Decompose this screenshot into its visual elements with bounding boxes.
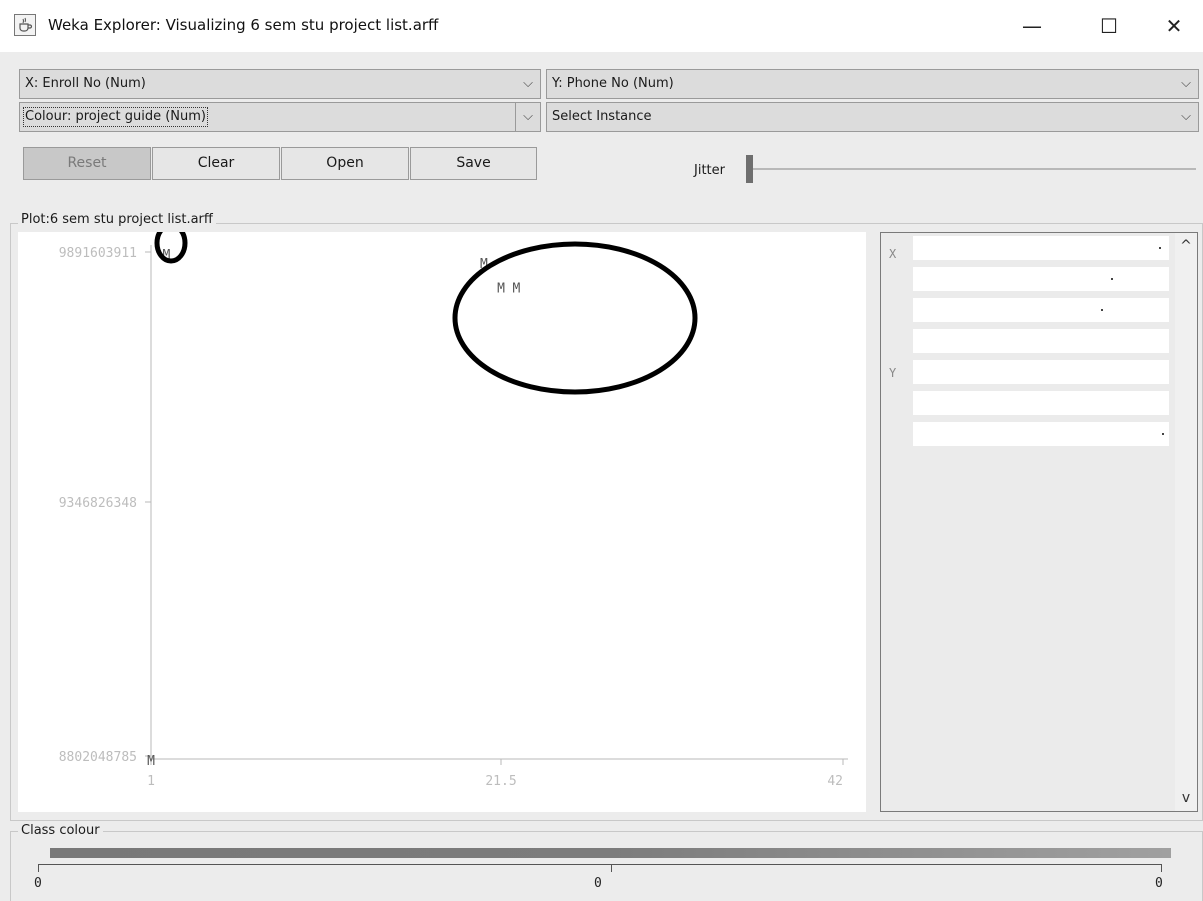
attribute-point (1159, 247, 1161, 249)
class-colour-label: Class colour (18, 823, 103, 838)
scroll-down-icon[interactable]: v (1175, 787, 1197, 809)
class-colour-tick (1161, 864, 1162, 872)
class-colour-tick (38, 864, 39, 872)
jitter-slider-track[interactable] (746, 168, 1196, 170)
chevron-down-icon: ⌵ (1181, 109, 1191, 124)
class-colour-group (10, 831, 1203, 901)
x-tick-label: 21.5 (485, 774, 516, 789)
data-point: M (147, 754, 155, 769)
save-button[interactable]: Save (410, 147, 537, 180)
window-title: Weka Explorer: Visualizing 6 sem stu pro… (48, 16, 439, 34)
open-button[interactable]: Open (281, 147, 409, 180)
title-bar: Weka Explorer: Visualizing 6 sem stu pro… (0, 0, 1203, 52)
attribute-scrollbar[interactable]: ^ v (1175, 233, 1197, 811)
attribute-bar[interactable] (913, 360, 1169, 384)
attribute-bar[interactable] (913, 236, 1169, 260)
attribute-bar[interactable] (913, 267, 1169, 291)
class-colour-tick-label: 0 (34, 876, 42, 891)
class-colour-axis (38, 864, 1162, 865)
maximize-button[interactable]: ☐ (1085, 0, 1133, 52)
x-tick-label: 42 (827, 774, 843, 789)
chevron-down-icon: ⌵ (515, 103, 540, 131)
class-colour-bar (50, 848, 1171, 858)
clear-button[interactable]: Clear (152, 147, 280, 180)
scroll-up-icon[interactable]: ^ (1175, 235, 1197, 257)
attribute-bar[interactable] (913, 422, 1169, 446)
attribute-panel: X Y ^ v (880, 232, 1198, 812)
attribute-bar[interactable] (913, 298, 1169, 322)
annotation-ellipse (154, 222, 188, 264)
reset-button[interactable]: Reset (23, 147, 151, 180)
data-point: M (497, 281, 505, 296)
colour-select[interactable]: Colour: project guide (Num) ⌵ (19, 102, 541, 132)
attribute-bar[interactable] (913, 391, 1169, 415)
y-tick-label: 9346826348 (59, 496, 137, 511)
class-colour-tick-label: 0 (1155, 876, 1163, 891)
class-colour-tick (611, 864, 612, 872)
plot-group-label: Plot:6 sem stu project list.arff (18, 212, 216, 227)
java-cup-icon (14, 14, 36, 36)
close-button[interactable]: ✕ (1150, 0, 1198, 52)
instance-select-value: Select Instance (552, 109, 652, 124)
x-tick-label: 1 (147, 774, 155, 789)
scatter-plot-canvas[interactable]: 9891603911934682634888020487851 21.5 42MMM… (18, 222, 866, 812)
x-axis-select-value: X: Enroll No (Num) (25, 76, 146, 91)
attribute-x-label: X (889, 247, 897, 261)
scatter-plot[interactable]: 9891603911 9346826348 8802048785 1 21.5 42 M M M… (18, 222, 866, 812)
chevron-down-icon: ⌵ (1181, 76, 1191, 91)
attribute-point (1101, 309, 1103, 311)
colour-select-value: Colour: project guide (Num) (23, 107, 208, 127)
y-tick-label: 8802048785 (59, 750, 137, 765)
attribute-point (1162, 433, 1164, 435)
x-axis-select[interactable]: X: Enroll No (Num) ⌵ (19, 69, 541, 99)
y-axis-select[interactable]: Y: Phone No (Num) ⌵ (546, 69, 1199, 99)
chevron-down-icon: ⌵ (523, 76, 533, 91)
attribute-point (1111, 278, 1113, 280)
instance-select[interactable]: Select Instance ⌵ (546, 102, 1199, 132)
jitter-slider-handle[interactable] (746, 155, 753, 183)
attribute-bar[interactable] (913, 329, 1169, 353)
attribute-y-label: Y (889, 366, 897, 380)
minimize-button[interactable]: — (1008, 0, 1056, 52)
annotation-ellipse (452, 241, 698, 395)
y-tick-label: 9891603911 (59, 246, 137, 261)
class-colour-tick-label: 0 (594, 876, 602, 891)
y-axis-select-value: Y: Phone No (Num) (552, 76, 674, 91)
data-point: M (512, 281, 520, 296)
jitter-label: Jitter (694, 163, 725, 178)
